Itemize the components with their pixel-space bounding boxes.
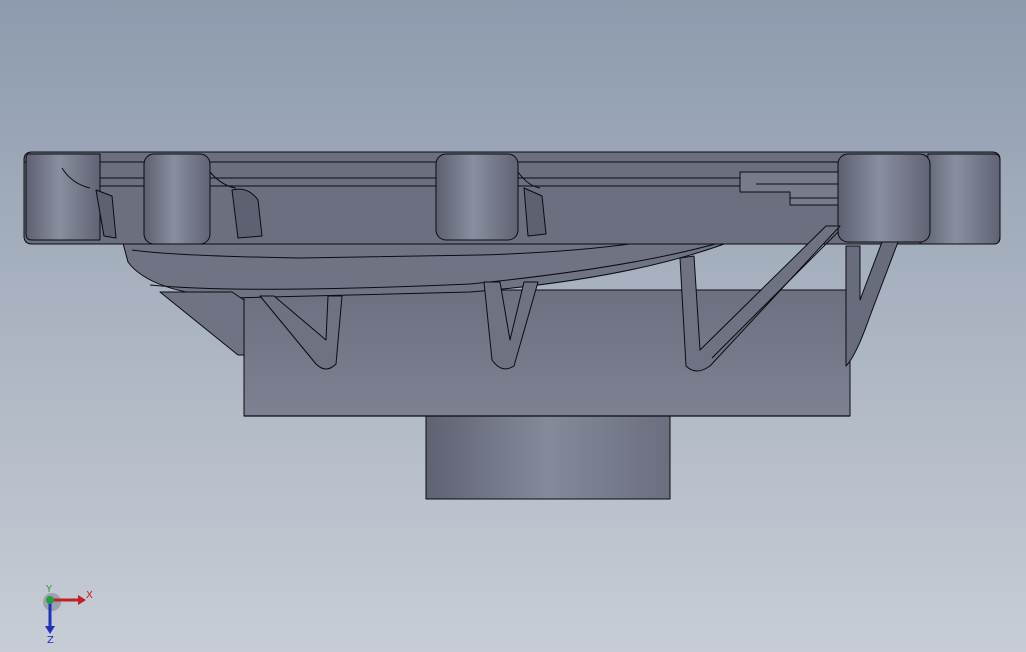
graphics-viewport[interactable]: X Y Z bbox=[0, 0, 1026, 652]
right-end-boss[interactable] bbox=[919, 153, 1001, 245]
bolt-boss-2[interactable] bbox=[435, 153, 519, 241]
left-end-boss[interactable] bbox=[25, 153, 101, 241]
triad-z-label: Z bbox=[47, 635, 54, 644]
triad-z-arrow bbox=[45, 626, 55, 634]
bolt-boss-1[interactable] bbox=[143, 153, 211, 245]
coordinate-triad: X Y Z bbox=[30, 584, 100, 644]
model-view[interactable] bbox=[0, 0, 1026, 652]
triad-y-label: Y bbox=[45, 584, 53, 595]
triad-x-label: X bbox=[86, 590, 93, 601]
triad-y-axis bbox=[46, 596, 54, 604]
bottom-spigot[interactable] bbox=[425, 414, 671, 500]
bolt-boss-3[interactable] bbox=[837, 153, 931, 243]
triad-x-arrow bbox=[78, 595, 86, 605]
